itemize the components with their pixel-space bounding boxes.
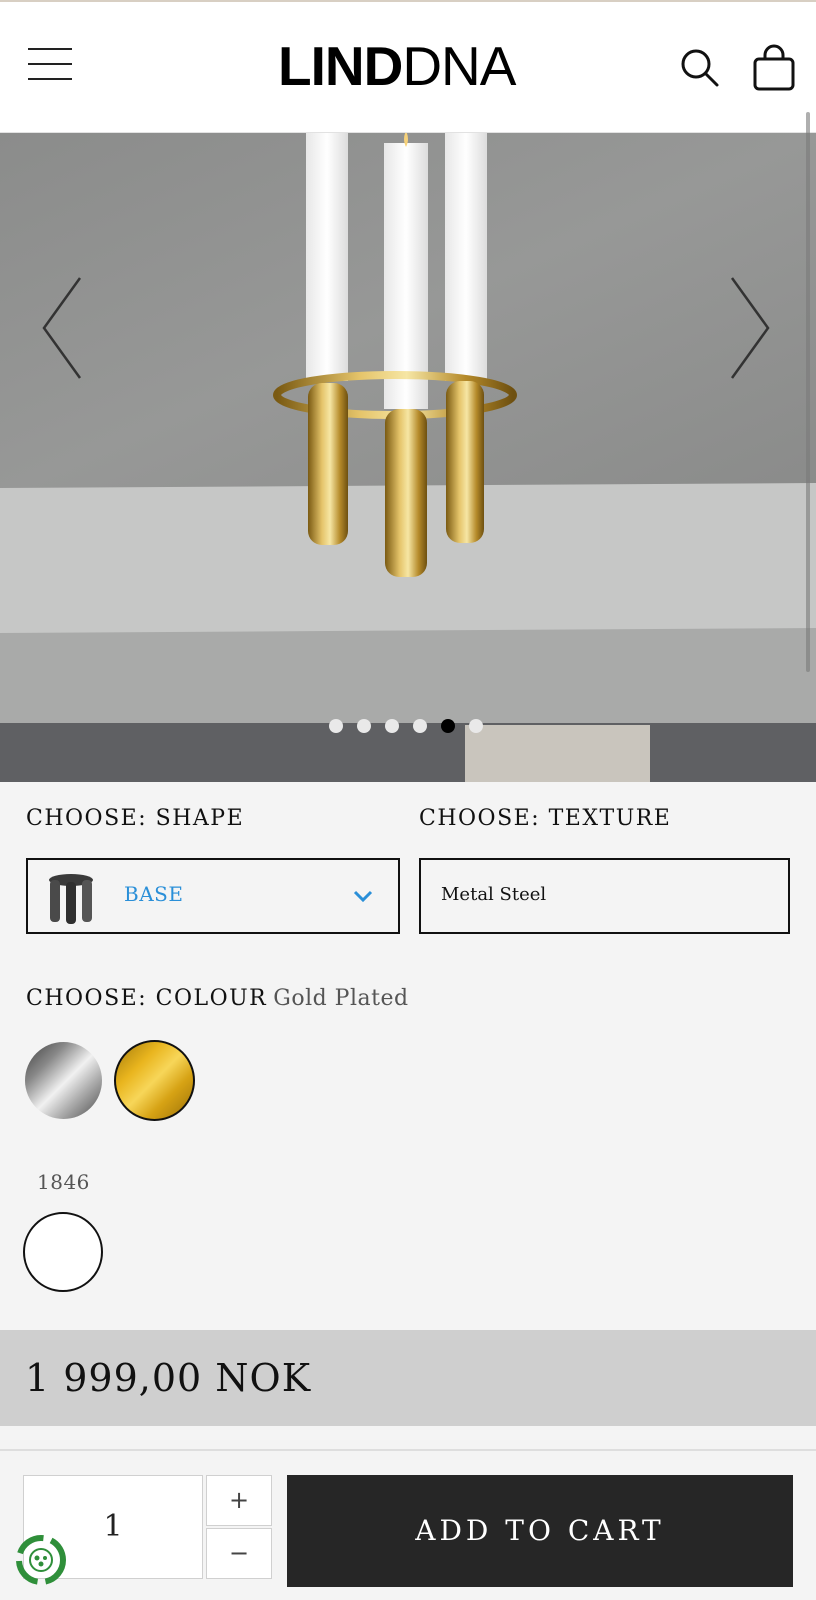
logo-thin-text: DNA — [402, 35, 516, 97]
texture-label: CHOOSE: TEXTURE — [419, 806, 672, 831]
shopping-bag-icon[interactable] — [752, 44, 796, 92]
chevron-down-icon[interactable] — [352, 888, 374, 904]
logo-bold-text: LIND — [278, 35, 403, 97]
variant-code-label: 1846 — [37, 1170, 90, 1194]
carousel-dot[interactable] — [413, 719, 427, 733]
chevron-right-icon[interactable] — [726, 273, 776, 383]
colour-label: CHOOSE: COLOUR Gold Plated — [26, 986, 409, 1011]
product-price: 1 999,00 NOK — [25, 1356, 312, 1400]
carousel-dot-active[interactable] — [441, 719, 455, 733]
shape-select[interactable]: BASE — [26, 858, 400, 934]
price-bar: 1 999,00 NOK — [0, 1330, 816, 1426]
carousel-dot[interactable] — [469, 719, 483, 733]
colour-swatch-silver[interactable] — [25, 1042, 102, 1119]
colour-swatch-gold[interactable] — [114, 1040, 195, 1121]
add-to-cart-button[interactable]: ADD TO CART — [287, 1475, 793, 1587]
shape-value: BASE — [124, 882, 184, 906]
colour-label-text: CHOOSE: COLOUR — [26, 986, 268, 1011]
texture-select[interactable]: Metal Steel — [419, 858, 790, 934]
carousel-dot[interactable] — [329, 719, 343, 733]
search-icon[interactable] — [680, 48, 720, 88]
product-image-carousel[interactable] — [0, 133, 816, 782]
chevron-left-icon[interactable] — [36, 273, 86, 383]
carousel-dots — [329, 719, 483, 733]
page-scrollbar[interactable] — [806, 112, 810, 672]
carousel-dot[interactable] — [385, 719, 399, 733]
quantity-decrease-button[interactable]: − — [206, 1528, 272, 1579]
eco-recycle-badge-icon[interactable] — [12, 1531, 70, 1589]
variant-swatch-white[interactable] — [23, 1212, 103, 1292]
quantity-increase-button[interactable]: + — [206, 1475, 272, 1526]
product-image — [0, 133, 816, 782]
carousel-dot[interactable] — [357, 719, 371, 733]
texture-value: Metal Steel — [441, 884, 547, 905]
shape-label: CHOOSE: SHAPE — [26, 806, 245, 831]
brand-logo[interactable]: LINDDNA — [278, 36, 548, 96]
add-to-cart-bar: 1 + − ADD TO CART — [0, 1449, 816, 1600]
base-shape-thumbnail — [49, 874, 93, 924]
menu-icon[interactable] — [28, 46, 74, 82]
site-header: LINDDNA — [0, 0, 816, 133]
colour-selected-value: Gold Plated — [273, 986, 409, 1011]
